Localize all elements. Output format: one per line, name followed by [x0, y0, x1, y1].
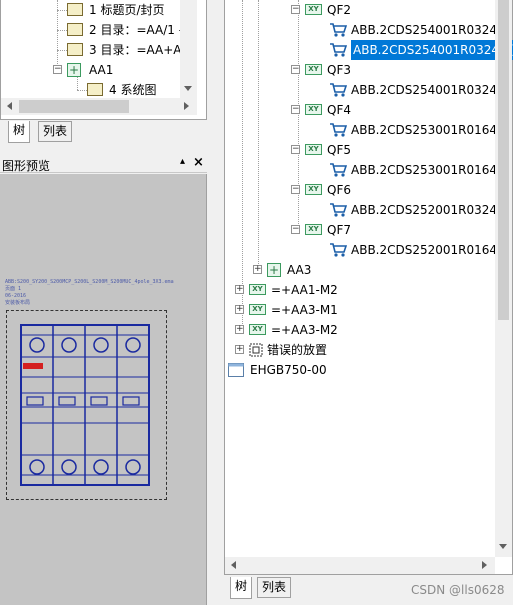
collapse-icon[interactable]: −	[291, 5, 300, 14]
close-icon[interactable]: ×	[193, 155, 204, 170]
device-tag-icon: XY	[249, 284, 266, 295]
tree-item-label: ABB.2CDS252001R0324	[351, 203, 498, 217]
expand-icon[interactable]: +	[235, 345, 244, 354]
tree-item-label: ABB.2CDS254001R0324	[351, 83, 498, 97]
expand-icon[interactable]: +	[235, 305, 244, 314]
tree-item-label: EHGB750-00	[250, 363, 327, 377]
scrollbar-thumb[interactable]	[498, 0, 509, 320]
tree-item-label: QF2	[327, 3, 351, 17]
preview-caption: ABB:S200_SY200_S200MCP_S200L_S200M_S200M…	[5, 279, 174, 307]
collapse-icon[interactable]: −	[291, 145, 300, 154]
caption-line: 安装板布局	[5, 300, 31, 306]
tree-line	[57, 30, 67, 31]
tree-item-label: QF5	[327, 143, 351, 157]
page-icon	[67, 3, 83, 16]
expand-icon[interactable]: +	[235, 285, 244, 294]
tree-item-label: ABB.2CDS253001R0164	[351, 163, 498, 177]
scroll-right-icon[interactable]	[184, 102, 189, 110]
left-tree-panel: 1 标题页/封页 2 目录：=AA/1 - 3 目录：=AA+A. − + AA…	[0, 0, 207, 120]
tree-item-label: 错误的放置	[267, 343, 328, 357]
collapse-icon[interactable]: −	[291, 225, 300, 234]
collapse-icon[interactable]: −	[291, 65, 300, 74]
horizontal-scrollbar[interactable]	[1, 98, 197, 115]
vertical-scrollbar[interactable]	[180, 0, 197, 98]
breaker-svg	[20, 324, 150, 486]
device-tag-icon: XY	[305, 144, 322, 155]
tree-item-label: 2 目录：=AA/1 -	[89, 23, 184, 37]
tree-item-label: ABB.2CDS254001R0324(1)	[351, 40, 513, 60]
scroll-right-icon[interactable]	[482, 561, 487, 569]
tree-item-label: AA1	[89, 63, 114, 77]
tree-item-label: QF6	[327, 183, 351, 197]
shopping-cart-icon	[329, 22, 348, 44]
tree-item-label: QF7	[327, 223, 351, 237]
page-icon	[87, 83, 103, 96]
tree-line	[57, 10, 67, 11]
preview-canvas: ABB:S200_SY200_S200MCP_S200L_S200M_S200M…	[0, 174, 207, 605]
device-tag-icon: XY	[305, 4, 322, 15]
tree-item-label: =+AA3-M2	[271, 323, 338, 337]
location-icon: +	[267, 263, 281, 277]
tree-line	[242, 0, 243, 330]
tree-item-label: ABB.2CDS253001R0164	[351, 123, 498, 137]
caption-line: 06-2016	[5, 293, 27, 299]
caption-line: ABB:S200_SY200_S200MCP_S200L_S200M_S200M…	[5, 279, 174, 285]
collapse-icon[interactable]: −	[53, 65, 62, 74]
collapse-icon[interactable]: −	[291, 185, 300, 194]
horizontal-scrollbar[interactable]	[225, 557, 495, 574]
scrollbar-thumb[interactable]	[19, 100, 129, 113]
tab-list-right[interactable]: 列表	[257, 577, 292, 598]
tree-item-label: =+AA1-M2	[271, 283, 338, 297]
tree-line	[298, 0, 299, 230]
expand-icon[interactable]: +	[253, 265, 262, 274]
tree-item-label: QF3	[327, 63, 351, 77]
tree-line	[77, 76, 78, 90]
device-tag-icon: XY	[249, 324, 266, 335]
scroll-left-icon[interactable]	[7, 102, 12, 110]
device-tag-icon: XY	[305, 104, 322, 115]
expand-icon[interactable]: +	[235, 325, 244, 334]
tab-tree-right[interactable]: 树	[230, 577, 253, 599]
tree-item-label: 1 标题页/封页	[89, 3, 165, 17]
scroll-left-icon[interactable]	[231, 561, 236, 569]
tree-line	[77, 90, 87, 91]
collapse-icon[interactable]: −	[291, 105, 300, 114]
page-icon	[67, 43, 83, 56]
tree-line	[258, 0, 259, 270]
pin-icon[interactable]: ▴	[180, 156, 185, 167]
vertical-scrollbar[interactable]	[495, 0, 512, 557]
tab-list-left[interactable]: 列表	[38, 121, 73, 142]
tree-line	[57, 50, 67, 51]
shopping-cart-icon	[329, 242, 348, 264]
preview-title: 图形预览	[2, 159, 51, 173]
tree-item-label: AA3	[287, 263, 312, 277]
tree-item-label: 4 系统图	[109, 83, 157, 97]
tree-item-label: ABB.2CDS252001R0164	[351, 243, 498, 257]
scroll-down-icon[interactable]	[184, 86, 192, 91]
breaker-drawing	[6, 310, 167, 500]
scroll-down-icon[interactable]	[499, 544, 507, 549]
tree-item-label: ABB.2CDS254001R0324	[351, 23, 498, 37]
device-tag-icon: XY	[305, 224, 322, 235]
preview-header: 图形预览 ▴ ×	[0, 155, 207, 173]
device-tag-icon: XY	[305, 64, 322, 75]
tree-item-label: QF4	[327, 103, 351, 117]
device-tag-icon: XY	[305, 184, 322, 195]
device-tag-icon: XY	[249, 304, 266, 315]
watermark: CSDN @lls0628	[411, 583, 505, 597]
panel-splitter[interactable]	[207, 0, 224, 605]
right-tree-panel: − XY QF2 ABB.2CDS254001R0324 ABB.2CDS254001R…	[224, 0, 513, 575]
tab-tree-left[interactable]: 树	[8, 121, 31, 143]
caption-line: 页面 1	[5, 286, 22, 292]
tree-item-label: 3 目录：=AA+A.	[89, 43, 186, 57]
page-icon	[67, 23, 83, 36]
tree-item-label: =+AA3-M1	[271, 303, 338, 317]
window-icon	[228, 363, 244, 383]
location-icon: +	[67, 63, 81, 77]
